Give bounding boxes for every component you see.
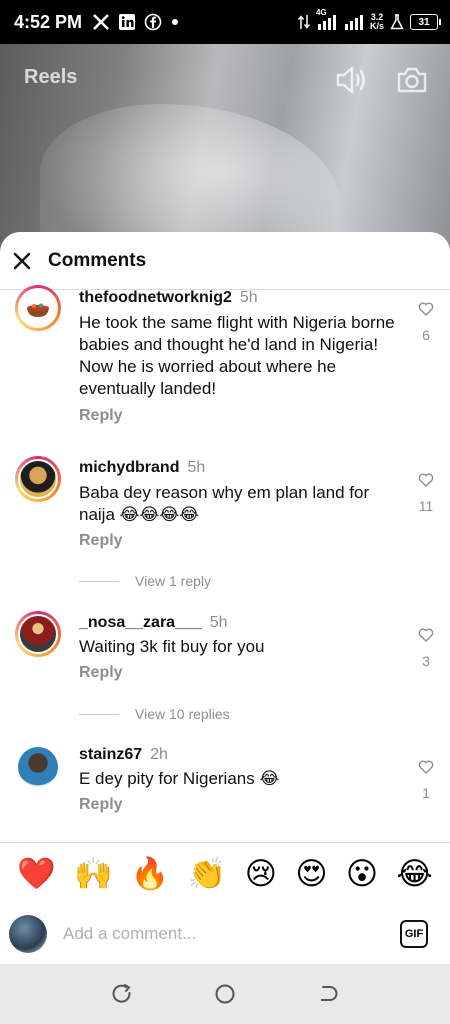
comment-username[interactable]: stainz67 (79, 746, 142, 763)
avatar[interactable] (15, 285, 61, 331)
flask-icon (390, 14, 404, 30)
speed-unit: K/s (369, 21, 384, 31)
home-icon[interactable] (214, 983, 236, 1005)
network-speed: 3.2 K/s (370, 13, 384, 31)
sheet-title: Comments (48, 249, 147, 271)
comment-input[interactable] (61, 923, 365, 945)
view-replies-label: View 10 replies (135, 706, 230, 722)
like-count: 1 (422, 785, 430, 801)
comment-time: 2h (150, 746, 168, 763)
divider-line (79, 713, 119, 715)
reply-button[interactable]: Reply (79, 532, 123, 550)
reply-button[interactable]: Reply (79, 796, 123, 814)
status-bar: 4:52 PM 4G 3.2 K/s 31 (0, 0, 450, 44)
heart-icon (418, 760, 434, 774)
comment-input-row: GIF (0, 904, 450, 964)
like-button[interactable]: 11 (414, 473, 438, 514)
camera-icon[interactable] (396, 64, 428, 96)
comment-username[interactable]: michydbrand (79, 459, 179, 476)
network-type: 4G (315, 8, 327, 17)
emoji-heart[interactable]: ❤️ (17, 858, 56, 889)
comment-meta: stainz67 2h (79, 746, 168, 764)
comment-username[interactable]: _nosa__zara___ (79, 614, 202, 631)
view-replies-label: View 1 reply (135, 573, 212, 589)
heart-icon (418, 628, 434, 642)
emoji-laughing[interactable]: 😂 (397, 858, 433, 889)
avatar[interactable] (15, 456, 61, 502)
reply-button[interactable]: Reply (79, 664, 123, 682)
data-arrows-icon (297, 15, 310, 29)
back-icon[interactable] (317, 983, 339, 1005)
my-avatar (9, 915, 47, 953)
signal-icon-2 (344, 15, 363, 30)
status-time: 4:52 PM (14, 11, 83, 32)
linkedin-icon (119, 14, 136, 30)
speaker-icon[interactable] (334, 64, 370, 96)
comment-text: He took the same flight with Nigeria bor… (79, 313, 395, 398)
like-count: 11 (418, 498, 434, 514)
divider-line (79, 580, 119, 582)
x-icon (93, 14, 109, 30)
view-replies-button[interactable]: View 10 replies (79, 706, 230, 722)
comment-text: E dey pity for Nigerians 😂 (79, 769, 280, 788)
like-count: 3 (422, 653, 430, 669)
recent-apps-icon[interactable] (111, 983, 133, 1005)
comment-text: Waiting 3k fit buy for you (79, 637, 265, 656)
food-bowl-icon (27, 303, 49, 317)
dot-icon (172, 19, 179, 25)
system-status: 4G 3.2 K/s 31 (297, 8, 441, 31)
like-button[interactable]: 6 (414, 302, 438, 343)
emoji-reaction-bar: ❤️ 🙌 🔥 👏 😢 😍 😮 😂 (0, 842, 450, 904)
system-nav-bar (0, 964, 450, 1024)
avatar[interactable] (15, 611, 61, 657)
comment-text: Baba dey reason why em plan land for nai… (79, 483, 370, 524)
comment-meta: thefoodnetworknig2 5h (79, 289, 258, 307)
comment-meta: _nosa__zara___ 5h (79, 614, 228, 632)
like-button[interactable]: 3 (414, 628, 438, 669)
emoji-raised-hands[interactable]: 🙌 (74, 858, 113, 889)
like-button[interactable]: 1 (414, 760, 438, 801)
close-icon (13, 252, 31, 269)
emoji-clapping[interactable]: 👏 (188, 858, 227, 889)
comment-username[interactable]: thefoodnetworknig2 (79, 289, 232, 306)
battery-icon: 31 (410, 14, 441, 30)
emoji-heart-eyes[interactable]: 😍 (295, 858, 327, 889)
view-replies-button[interactable]: View 1 reply (79, 573, 211, 589)
emoji-crying[interactable]: 😢 (245, 858, 277, 889)
notification-icons (92, 13, 180, 31)
avatar[interactable] (15, 744, 61, 790)
like-count: 6 (422, 327, 430, 343)
close-button[interactable] (10, 249, 34, 273)
heart-icon (418, 473, 434, 487)
comment-meta: michydbrand 5h (79, 459, 205, 477)
battery-level: 31 (418, 16, 430, 28)
heart-icon (418, 302, 434, 316)
reels-title: Reels (24, 66, 78, 88)
comment-time: 5h (239, 289, 258, 306)
comment-time: 5h (209, 614, 228, 631)
gif-button[interactable]: GIF (400, 920, 428, 948)
emoji-surprised[interactable]: 😮 (346, 858, 378, 889)
reply-button[interactable]: Reply (79, 407, 123, 425)
facebook-icon (144, 13, 162, 31)
emoji-fire[interactable]: 🔥 (131, 858, 170, 889)
comment-time: 5h (187, 459, 206, 476)
comments-header: Comments (0, 232, 450, 290)
